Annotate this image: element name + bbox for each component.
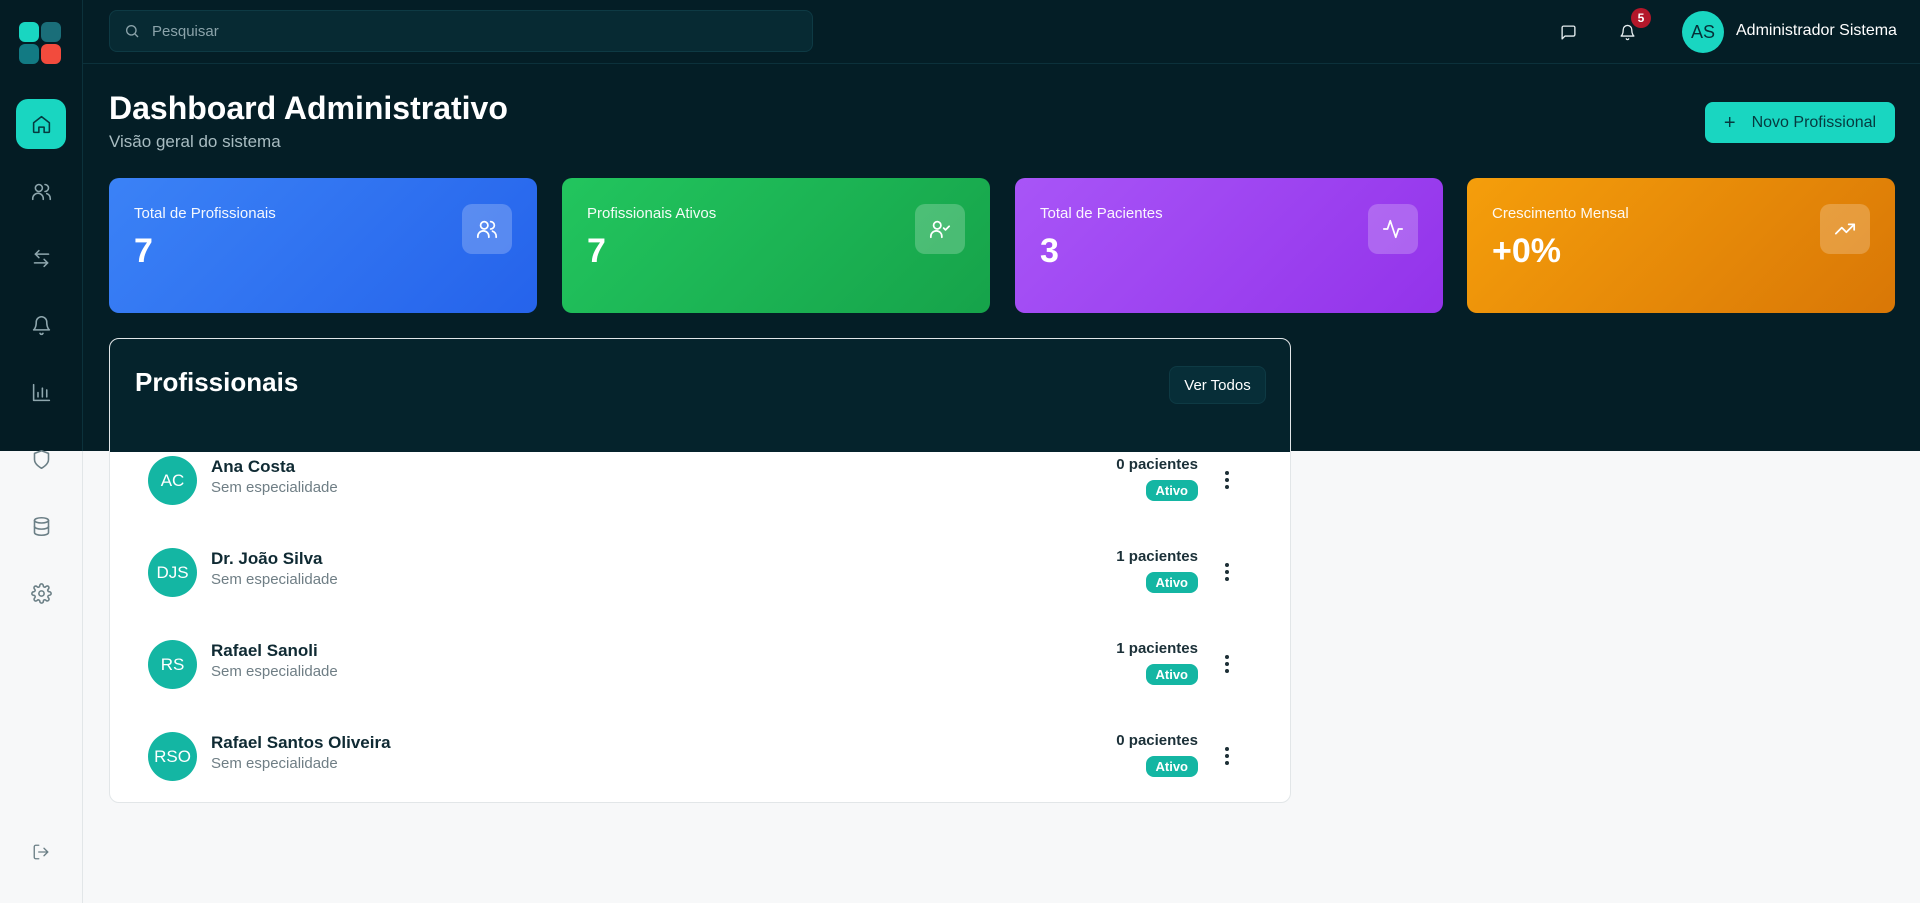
home-icon xyxy=(32,115,50,133)
sidebar-item-users[interactable] xyxy=(16,166,66,216)
professional-name: Rafael Santos Oliveira xyxy=(211,733,391,752)
sidebar-item-security[interactable] xyxy=(16,434,66,484)
professional-specialty: Sem especialidade xyxy=(211,571,338,588)
status-badge: Ativo xyxy=(1145,756,1198,777)
stat-icon-box xyxy=(1368,204,1418,254)
sidebar-item-settings[interactable] xyxy=(16,568,66,618)
stat-label: Total de Profissionais xyxy=(134,205,276,222)
stat-icon-box xyxy=(462,204,512,254)
sidebar-item-database[interactable] xyxy=(16,501,66,551)
more-options-icon[interactable] xyxy=(1219,744,1235,768)
sidebar-item-transfers[interactable] xyxy=(16,233,66,283)
stat-label: Crescimento Mensal xyxy=(1492,205,1629,222)
professional-patient-count: 0 pacientes xyxy=(1116,732,1198,749)
view-all-button[interactable]: Ver Todos xyxy=(1169,366,1266,404)
logout-button[interactable] xyxy=(16,827,66,877)
professional-name: Rafael Sanoli xyxy=(211,641,318,660)
activity-icon xyxy=(1382,219,1404,239)
professional-name: Ana Costa xyxy=(211,457,296,476)
sidebar-item-reports[interactable] xyxy=(16,367,66,417)
professional-specialty: Sem especialidade xyxy=(211,755,338,772)
professional-row[interactable]: AC Ana Costa Sem especialidade 0 pacient… xyxy=(110,435,1290,527)
more-options-icon[interactable] xyxy=(1219,560,1235,584)
search-input[interactable] xyxy=(152,22,752,40)
bell-icon xyxy=(1619,24,1635,40)
professionals-title: Profissionais xyxy=(135,367,299,397)
professional-avatar: AC xyxy=(148,456,197,505)
professional-patient-count: 0 pacientes xyxy=(1116,456,1198,473)
more-options-icon[interactable] xyxy=(1219,468,1235,492)
sidebar-item-home[interactable] xyxy=(16,99,66,149)
user-name[interactable]: Administrador Sistema xyxy=(1736,22,1897,40)
stat-card-total-patients: Total de Pacientes 3 xyxy=(1015,178,1443,313)
page-subtitle: Visão geral do sistema xyxy=(109,132,281,151)
user-check-icon xyxy=(929,220,951,239)
professional-row[interactable]: RS Rafael Sanoli Sem especialidade 1 pac… xyxy=(110,619,1290,711)
stat-icon-box xyxy=(915,204,965,254)
stat-icon-box xyxy=(1820,204,1870,254)
app-logo[interactable] xyxy=(19,22,63,66)
stat-value: +0% xyxy=(1492,232,1561,270)
users-icon xyxy=(476,220,498,239)
status-badge: Ativo xyxy=(1145,572,1198,593)
shield-icon xyxy=(33,449,49,469)
bar-chart-icon xyxy=(32,383,50,401)
messages-button[interactable] xyxy=(1554,18,1582,46)
status-badge: Ativo xyxy=(1145,480,1198,501)
professional-avatar: RSO xyxy=(148,732,197,781)
bell-icon xyxy=(32,315,50,335)
status-badge: Ativo xyxy=(1145,664,1198,685)
professional-avatar: RS xyxy=(148,640,197,689)
professional-row[interactable]: RSO Rafael Santos Oliveira Sem especiali… xyxy=(110,711,1290,802)
search-box xyxy=(109,10,813,52)
notification-count-badge: 5 xyxy=(1631,8,1651,28)
new-professional-label: Novo Profissional xyxy=(1751,113,1877,131)
professionals-panel: Profissionais Ver Todos AC Ana Costa Sem… xyxy=(109,338,1291,803)
stat-value: 7 xyxy=(587,232,606,270)
search-icon xyxy=(126,25,139,38)
notifications-button[interactable]: 5 xyxy=(1613,8,1651,46)
trending-up-icon xyxy=(1834,223,1856,235)
user-avatar[interactable]: AS xyxy=(1682,11,1724,53)
professional-avatar: DJS xyxy=(148,548,197,597)
database-icon xyxy=(33,516,49,536)
professional-specialty: Sem especialidade xyxy=(211,663,338,680)
professional-patient-count: 1 pacientes xyxy=(1116,640,1198,657)
message-icon xyxy=(1560,24,1576,40)
professional-patient-count: 1 pacientes xyxy=(1116,548,1198,565)
sidebar-item-notifications[interactable] xyxy=(16,300,66,350)
stat-card-total-professionals: Total de Profissionais 7 xyxy=(109,178,537,313)
sidebar xyxy=(0,0,83,903)
professional-name: Dr. João Silva xyxy=(211,549,323,568)
page-title: Dashboard Administrativo xyxy=(109,90,508,126)
new-professional-button[interactable]: + Novo Profissional xyxy=(1705,102,1895,143)
plus-icon: + xyxy=(1723,111,1736,134)
logout-icon xyxy=(33,844,49,860)
gear-icon xyxy=(30,582,52,604)
stat-value: 7 xyxy=(134,232,153,270)
stat-card-monthly-growth: Crescimento Mensal +0% xyxy=(1467,178,1895,313)
arrows-swap-icon xyxy=(33,249,49,267)
users-icon xyxy=(31,183,51,200)
stat-card-active-professionals: Profissionais Ativos 7 xyxy=(562,178,990,313)
stat-label: Profissionais Ativos xyxy=(587,205,717,222)
stat-value: 3 xyxy=(1040,232,1059,270)
stat-label: Total de Pacientes xyxy=(1040,205,1163,222)
more-options-icon[interactable] xyxy=(1219,652,1235,676)
professional-row[interactable]: DJS Dr. João Silva Sem especialidade 1 p… xyxy=(110,527,1290,619)
top-bar: 5 AS Administrador Sistema xyxy=(83,0,1920,64)
professional-specialty: Sem especialidade xyxy=(211,479,338,496)
